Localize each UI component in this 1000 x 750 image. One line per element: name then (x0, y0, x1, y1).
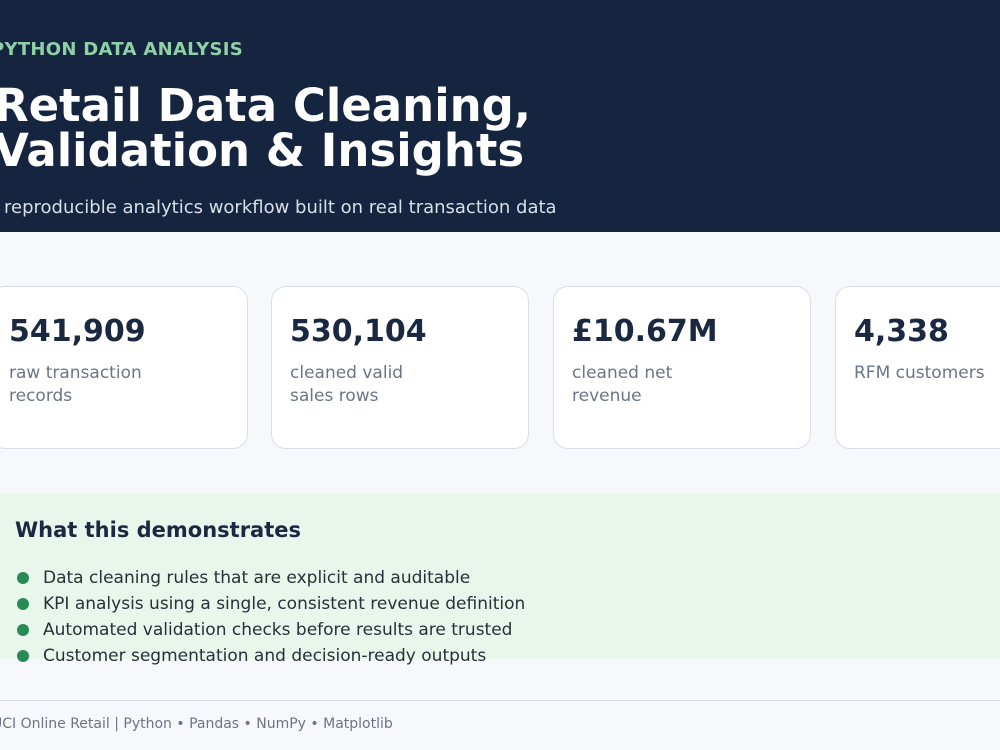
list-item-text: Automated validation checks before resul… (43, 620, 513, 640)
demonstrates-list: Data cleaning rules that are explicit an… (15, 565, 525, 669)
list-item-text: KPI analysis using a single, consistent … (43, 594, 526, 614)
slide-page: PYTHON DATA ANALYSIS Retail Data Cleanin… (0, 0, 1000, 750)
demonstrates-panel: What this demonstrates Data cleaning rul… (0, 493, 1000, 666)
list-item: Automated validation checks before resul… (15, 617, 525, 643)
kpi-card-raw-records: 541,909 raw transaction records (0, 286, 248, 449)
bullet-dot-icon (17, 598, 29, 610)
list-item-text: Data cleaning rules that are explicit an… (43, 568, 471, 588)
kpi-card-cleaned-rows: 530,104 cleaned valid sales rows (271, 286, 529, 449)
kpi-value: £10.67M (572, 314, 718, 349)
kpi-value: 4,338 (854, 314, 949, 349)
kpi-value: 541,909 (9, 314, 146, 349)
demonstrates-heading: What this demonstrates (15, 518, 302, 542)
bullet-dot-icon (17, 624, 29, 636)
list-item-text: Customer segmentation and decision-ready… (43, 646, 487, 666)
kpi-card-rfm-customers: 4,338 RFM customers (835, 286, 1000, 449)
footer-credits: UCI Online Retail | Python • Pandas • Nu… (0, 716, 393, 732)
kpi-card-net-revenue: £10.67M cleaned net revenue (553, 286, 811, 449)
bullet-dot-icon (17, 650, 29, 662)
kpi-value: 530,104 (290, 314, 427, 349)
kpi-label: cleaned valid sales rows (290, 363, 404, 406)
list-item: Data cleaning rules that are explicit an… (15, 565, 525, 591)
list-item: KPI analysis using a single, consistent … (15, 591, 525, 617)
kpi-label: cleaned net revenue (572, 363, 673, 406)
bullet-dot-icon (17, 572, 29, 584)
list-item: Customer segmentation and decision-ready… (15, 643, 525, 669)
kpi-label: RFM customers (854, 363, 985, 383)
footer-divider (0, 700, 1000, 701)
kpi-label: raw transaction records (9, 363, 142, 406)
